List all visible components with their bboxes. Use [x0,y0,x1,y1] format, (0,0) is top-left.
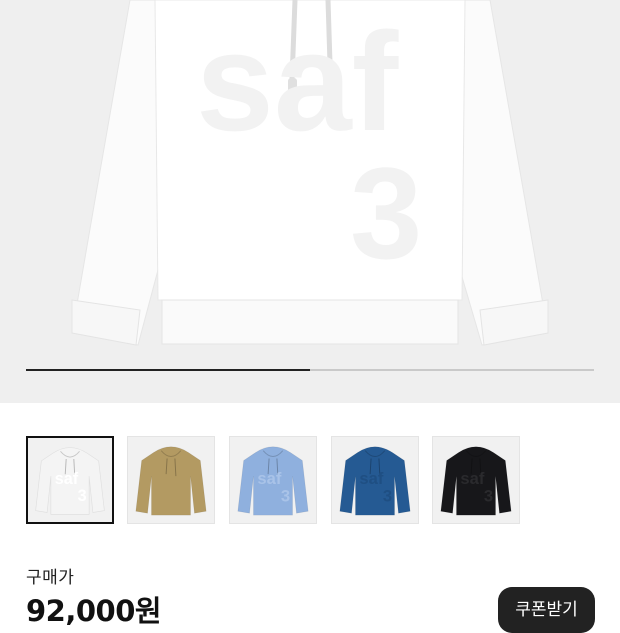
svg-text:3: 3 [78,487,87,505]
hoodie-thumbnail-image: saf3 [35,447,105,515]
svg-text:saf: saf [460,469,484,488]
carousel-progress-track [26,369,594,371]
hoodie-thumbnail-image [135,446,207,516]
hoodie-thumbnail-image: saf3 [237,446,309,516]
coupon-button[interactable]: 쿠폰받기 [498,587,595,633]
thumb-black[interactable]: saf 3 [432,436,520,524]
svg-text:saf: saf [257,469,281,488]
thumb-white[interactable]: saf 3 [26,436,114,524]
price-value: 92,000원 [26,594,162,628]
svg-text:3: 3 [383,487,392,506]
thumb-lightblue[interactable]: saf 3 [229,436,317,524]
svg-text:3: 3 [281,487,290,506]
carousel-progress-fill [26,369,310,371]
color-thumbnail-list: saf 3 saf 3 saf 3 saf 3 [0,436,620,524]
hoodie-thumbnail-image: saf3 [440,446,512,516]
thumb-blue[interactable]: saf 3 [331,436,419,524]
hoodie-image: saf 3 [71,0,549,346]
hoodie-thumbnail-image: saf3 [339,446,411,516]
svg-text:saf: saf [359,469,383,488]
hoodie-print-number: 3 [350,140,422,286]
product-hero-image: saf 3 [0,0,620,403]
hoodie-print-word: saf [196,3,399,160]
svg-text:saf: saf [55,470,79,488]
svg-text:3: 3 [484,487,493,506]
thumb-tan[interactable] [127,436,215,524]
price-label: 구매가 [26,568,75,588]
